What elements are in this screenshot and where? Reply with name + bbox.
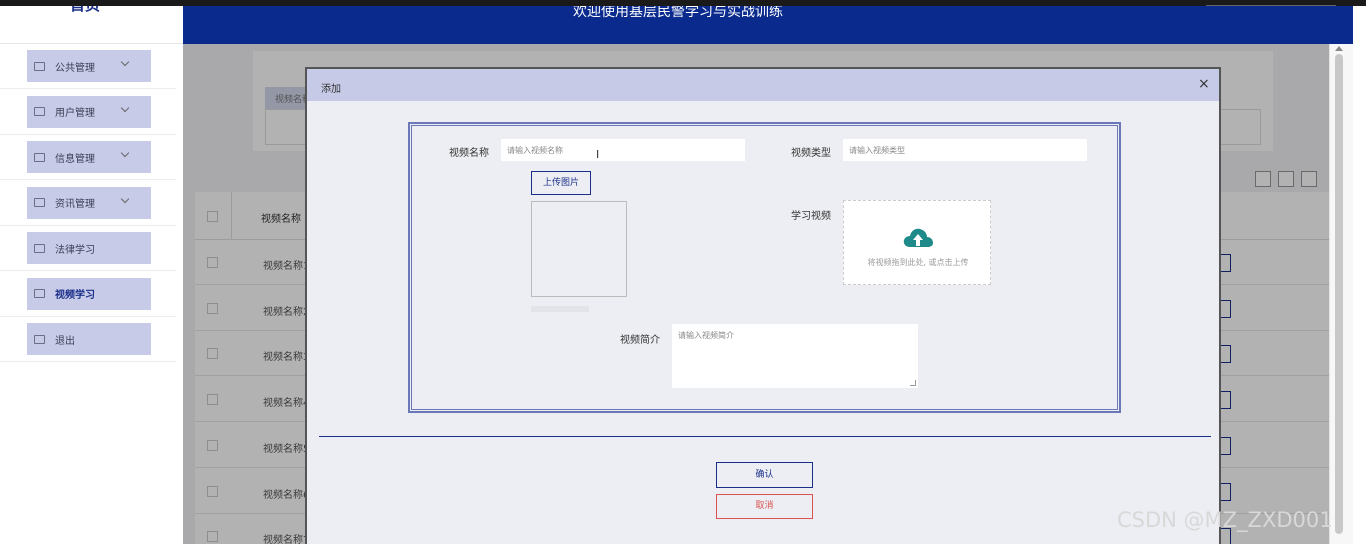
sidebar-item-3[interactable]: 资讯管理 bbox=[27, 186, 151, 219]
sidebar-item-label: 视频学习 bbox=[55, 290, 95, 301]
video-intro-textarea[interactable]: 请输入视频简介 bbox=[672, 324, 918, 388]
sidebar-item-5[interactable]: 视频学习 bbox=[27, 277, 151, 310]
modal-divider bbox=[319, 436, 1211, 437]
video-name-label: 视频名称 bbox=[449, 148, 489, 159]
chevron-down-icon bbox=[120, 194, 130, 203]
sidebar-item-2[interactable]: 信息管理 bbox=[27, 141, 151, 173]
sidebar-row: 资讯管理 bbox=[0, 181, 176, 226]
sidebar-item-label: 信息管理 bbox=[55, 153, 95, 165]
app-root: 视频名称 视频名称 视频名称1 视频名称2 视频名称3 视频名称4 视频名称5 视频名称6… bbox=[0, 0, 1366, 544]
upload-image-button[interactable]: 上传图片 bbox=[531, 171, 591, 195]
sidebar-item-0[interactable]: 公共管理 bbox=[27, 50, 151, 82]
chevron-down-icon bbox=[120, 57, 130, 67]
strip-line bbox=[1206, 5, 1336, 6]
sidebar-item-label: 法律学习 bbox=[55, 244, 95, 256]
sidebar-item-label: 用户管理 bbox=[55, 108, 95, 119]
video-type-input[interactable]: 请输入视频类型 bbox=[843, 139, 1087, 161]
video-type-label: 视频类型 bbox=[791, 148, 831, 159]
image-preview[interactable] bbox=[531, 201, 627, 297]
sidebar-item-1[interactable]: 用户管理 bbox=[27, 95, 151, 128]
video-upload-tip: 将视频拖到此处, 或点击上传 bbox=[867, 258, 969, 267]
video-upload-dropzone[interactable]: 将视频拖到此处, 或点击上传 bbox=[843, 200, 991, 285]
menu-icon bbox=[34, 289, 45, 298]
brand-area: 首页 bbox=[0, 0, 183, 44]
top-header: 欢迎使用基层民警学习与实战训练 bbox=[183, 4, 1353, 44]
menu-icon bbox=[34, 107, 45, 116]
sidebar: 公共管理用户管理信息管理资讯管理法律学习视频学习退出 bbox=[0, 44, 183, 544]
cloud-upload-icon bbox=[903, 228, 933, 247]
modal-title: 添加 bbox=[321, 84, 341, 95]
sidebar-row: 退出 bbox=[0, 317, 176, 362]
chevron-down-icon bbox=[120, 103, 130, 112]
close-icon[interactable]: × bbox=[1198, 77, 1210, 91]
text-cursor-icon: I bbox=[596, 148, 600, 161]
sidebar-row: 法律学习 bbox=[0, 226, 176, 271]
chevron-down-icon bbox=[120, 148, 130, 158]
resize-grip-icon[interactable] bbox=[910, 380, 916, 386]
sidebar-item-6[interactable]: 退出 bbox=[27, 323, 151, 355]
sidebar-row: 公共管理 bbox=[0, 44, 176, 89]
sidebar-item-label: 公共管理 bbox=[55, 62, 95, 74]
video-intro-placeholder: 请输入视频简介 bbox=[678, 331, 734, 340]
confirm-button[interactable]: 确认 bbox=[716, 462, 813, 488]
menu-icon bbox=[34, 61, 45, 71]
add-video-form: 视频名称 请输入视频名称 I 视频类型 请输入视频类型 上传图片 学习视频 将视… bbox=[408, 122, 1121, 413]
sidebar-item-label: 资讯管理 bbox=[55, 199, 95, 210]
video-name-input[interactable]: 请输入视频名称 bbox=[501, 139, 745, 161]
page-scrollbar[interactable] bbox=[1329, 44, 1353, 544]
menu-icon bbox=[34, 152, 45, 162]
scrollbar-thumb[interactable] bbox=[1335, 54, 1343, 534]
window-edge bbox=[1353, 0, 1366, 544]
scroll-up-icon[interactable] bbox=[1335, 46, 1343, 51]
cancel-button[interactable]: 取消 bbox=[716, 494, 813, 519]
menu-icon bbox=[34, 334, 45, 344]
sidebar-row: 信息管理 bbox=[0, 135, 176, 180]
menu-icon bbox=[34, 243, 45, 253]
image-preview-bar bbox=[531, 306, 589, 312]
sidebar-row: 用户管理 bbox=[0, 90, 176, 135]
watermark-text: CSDN @MZ_ZXD001 bbox=[1117, 508, 1333, 532]
sidebar-item-label: 退出 bbox=[55, 335, 75, 347]
study-video-label: 学习视频 bbox=[791, 211, 831, 222]
sidebar-item-4[interactable]: 法律学习 bbox=[27, 232, 151, 264]
add-video-modal: 添加 × 视频名称 请输入视频名称 I 视频类型 请输入视频类型 上传图片 学习… bbox=[305, 67, 1221, 544]
browser-top-strip bbox=[0, 0, 1366, 6]
modal-header: 添加 × bbox=[307, 69, 1219, 101]
sidebar-row: 视频学习 bbox=[0, 272, 176, 317]
menu-icon bbox=[34, 198, 45, 207]
video-intro-label: 视频简介 bbox=[620, 335, 660, 346]
